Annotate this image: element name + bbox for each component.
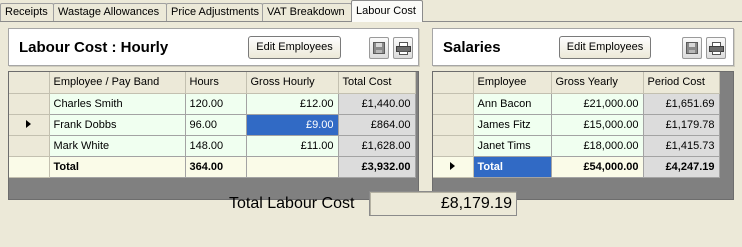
total-row[interactable]: Total £54,000.00 £4,247.19 <box>433 156 720 178</box>
gross-yearly-cell[interactable]: £15,000.00 <box>551 114 644 136</box>
hourly-title: Labour Cost : Hourly <box>19 39 169 56</box>
tab-wastage-allowances[interactable]: Wastage Allowances <box>53 3 167 22</box>
column-header[interactable]: Total Cost <box>338 72 416 94</box>
total-hours-cell[interactable]: 364.00 <box>185 156 247 178</box>
period-cost-cell[interactable]: £1,179.78 <box>643 114 720 136</box>
gross-yearly-cell[interactable]: £18,000.00 <box>551 135 644 157</box>
table-row[interactable]: Mark White 148.00 £11.00 £1,628.00 <box>9 135 416 157</box>
hours-cell[interactable]: 96.00 <box>185 114 247 136</box>
row-indicator[interactable] <box>433 114 474 136</box>
salaries-header: Salaries Edit Employees <box>432 28 734 66</box>
period-cost-cell[interactable]: £1,651.69 <box>643 93 720 115</box>
employee-cell[interactable]: Charles Smith <box>49 93 186 115</box>
edit-employees-button[interactable]: Edit Employees <box>248 36 341 59</box>
salaries-panel: Salaries Edit Employees Employee Gross Y… <box>432 28 734 200</box>
total-cost-cell[interactable]: £1,628.00 <box>338 135 416 157</box>
total-row[interactable]: Total 364.00 £3,932.00 <box>9 156 416 178</box>
salaries-title: Salaries <box>443 39 501 56</box>
employee-cell[interactable]: Janet Tims <box>473 135 552 157</box>
column-header[interactable]: Gross Yearly <box>551 72 644 94</box>
table-row[interactable]: Janet Tims £18,000.00 £1,415.73 <box>433 135 720 157</box>
total-cost-cell[interactable]: £864.00 <box>338 114 416 136</box>
gross-yearly-cell[interactable]: £21,000.00 <box>551 93 644 115</box>
total-label-cell[interactable]: Total <box>49 156 186 178</box>
print-button[interactable] <box>706 37 726 59</box>
row-indicator[interactable] <box>433 156 474 178</box>
table-row[interactable]: Ann Bacon £21,000.00 £1,651.69 <box>433 93 720 115</box>
edit-employees-button[interactable]: Edit Employees <box>559 36 651 59</box>
row-indicator[interactable] <box>9 93 50 115</box>
employee-cell[interactable]: Frank Dobbs <box>49 114 186 136</box>
table-row[interactable]: Charles Smith 120.00 £12.00 £1,440.00 <box>9 93 416 115</box>
row-indicator[interactable] <box>9 114 50 136</box>
row-indicator[interactable] <box>433 135 474 157</box>
total-cost-cell[interactable]: £1,440.00 <box>338 93 416 115</box>
total-labour-cost-label: Total Labour Cost <box>229 195 355 212</box>
employee-cell[interactable]: Ann Bacon <box>473 93 552 115</box>
current-row-arrow-icon <box>26 119 32 128</box>
column-header[interactable]: Period Cost <box>643 72 720 94</box>
tab-price-adjustments[interactable]: Price Adjustments <box>166 3 263 22</box>
save-button[interactable] <box>682 37 702 59</box>
hourly-panel: Labour Cost : Hourly Edit Employees Empl… <box>8 28 419 200</box>
row-indicator[interactable] <box>9 135 50 157</box>
table-row[interactable]: James Fitz £15,000.00 £1,179.78 <box>433 114 720 136</box>
total-period-cost-cell[interactable]: £4,247.19 <box>643 156 720 178</box>
tab-vat-breakdown[interactable]: VAT Breakdown <box>262 3 352 22</box>
column-header[interactable]: Employee <box>473 72 552 94</box>
column-header[interactable]: Employee / Pay Band <box>49 72 186 94</box>
tab-strip: Receipts Wastage Allowances Price Adjust… <box>0 0 742 22</box>
hourly-header-row: Employee / Pay Band Hours Gross Hourly T… <box>9 72 416 94</box>
hours-cell[interactable]: 120.00 <box>185 93 247 115</box>
print-icon <box>396 42 411 55</box>
tab-receipts[interactable]: Receipts <box>0 3 54 22</box>
save-icon <box>373 42 385 54</box>
total-gross-cell[interactable] <box>246 156 339 178</box>
gross-hourly-cell[interactable]: £12.00 <box>246 93 339 115</box>
employee-cell[interactable]: Mark White <box>49 135 186 157</box>
table-row[interactable]: Frank Dobbs 96.00 £9.00 £864.00 <box>9 114 416 136</box>
gross-hourly-cell[interactable]: £9.00 <box>246 114 339 136</box>
employee-cell[interactable]: James Fitz <box>473 114 552 136</box>
total-labour-cost-value: £8,179.19 <box>369 191 517 216</box>
gross-hourly-cell[interactable]: £11.00 <box>246 135 339 157</box>
row-indicator[interactable] <box>433 93 474 115</box>
hourly-header: Labour Cost : Hourly Edit Employees <box>8 28 419 66</box>
save-button[interactable] <box>369 37 389 59</box>
row-indicator-header <box>9 72 50 94</box>
total-cost-sum-cell[interactable]: £3,932.00 <box>338 156 416 178</box>
print-icon <box>709 42 724 55</box>
save-icon <box>686 42 698 54</box>
salaries-grid[interactable]: Employee Gross Yearly Period Cost Ann Ba… <box>432 71 734 200</box>
tab-labour-cost[interactable]: Labour Cost <box>351 0 423 22</box>
print-button[interactable] <box>393 37 413 59</box>
total-label-cell[interactable]: Total <box>473 156 552 178</box>
hours-cell[interactable]: 148.00 <box>185 135 247 157</box>
total-gross-yearly-cell[interactable]: £54,000.00 <box>551 156 644 178</box>
row-indicator-header <box>433 72 474 94</box>
row-indicator[interactable] <box>9 156 50 178</box>
hourly-grid[interactable]: Employee / Pay Band Hours Gross Hourly T… <box>8 71 419 200</box>
period-cost-cell[interactable]: £1,415.73 <box>643 135 720 157</box>
salaries-header-row: Employee Gross Yearly Period Cost <box>433 72 720 94</box>
column-header[interactable]: Hours <box>185 72 247 94</box>
current-row-arrow-icon <box>450 161 456 170</box>
tab-content: Labour Cost : Hourly Edit Employees Empl… <box>0 21 742 247</box>
column-header[interactable]: Gross Hourly <box>246 72 339 94</box>
